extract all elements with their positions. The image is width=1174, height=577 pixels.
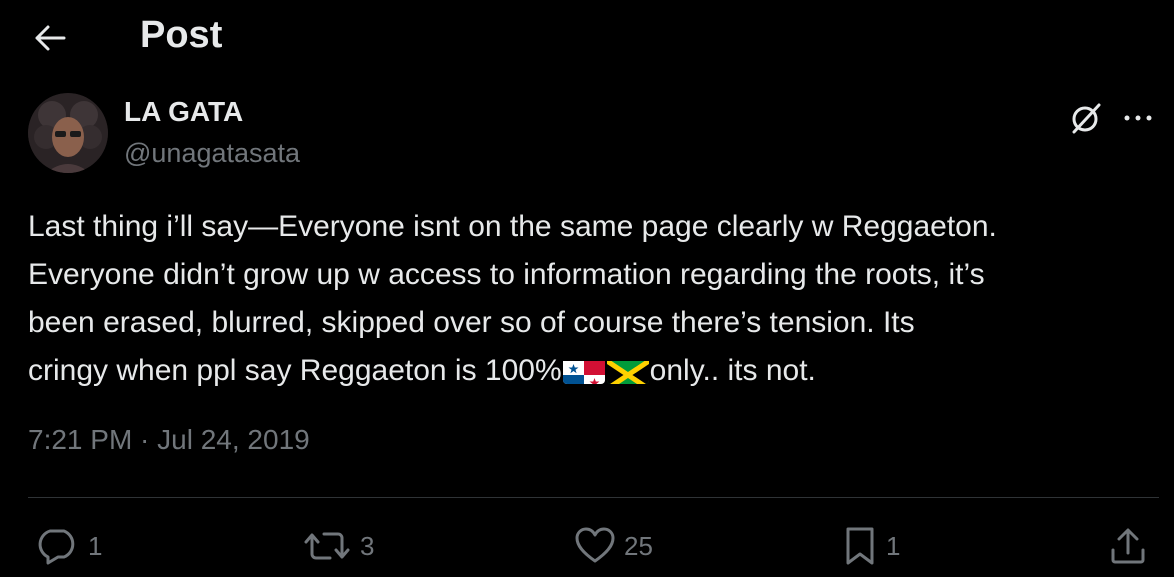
bookmark-button[interactable]: 1 <box>842 520 900 572</box>
bookmark-count: 1 <box>886 530 901 561</box>
reply-count: 1 <box>88 530 103 561</box>
post-timestamp[interactable]: 7:21 PM · Jul 24, 2019 <box>28 424 310 456</box>
tweet-line: been erased, blurred, skipped over so of… <box>28 306 915 339</box>
tweet-line: only.. its not. <box>649 354 816 387</box>
avatar-image <box>28 93 108 173</box>
more-horizontal-icon <box>1124 115 1152 121</box>
like-button[interactable]: 25 <box>574 520 653 572</box>
action-bar: 1 3 25 1 <box>0 520 1174 572</box>
divider <box>28 497 1159 498</box>
grok-button[interactable] <box>1066 98 1106 138</box>
panama-flag-icon <box>562 356 605 384</box>
reply-button[interactable]: 1 <box>36 520 102 572</box>
reply-icon <box>38 529 75 565</box>
more-options-button[interactable] <box>1118 98 1158 138</box>
author-display-name[interactable]: LA GATA <box>124 96 243 128</box>
tweet-line: Everyone didn’t grow up w access to info… <box>28 258 985 291</box>
jamaica-flag-icon <box>606 356 649 384</box>
heart-icon <box>575 527 615 563</box>
avatar[interactable] <box>28 93 108 173</box>
bookmark-icon <box>846 527 874 565</box>
arrow-left-icon <box>35 25 66 51</box>
repost-count: 3 <box>360 530 375 561</box>
tweet-line: Last thing i’ll say—Everyone isnt on the… <box>28 210 997 243</box>
top-bar: Post <box>0 0 1174 76</box>
share-button[interactable] <box>1108 520 1148 572</box>
tweet-line: cringy when ppl say Reggaeton is 100% <box>28 354 562 387</box>
repost-button[interactable]: 3 <box>302 520 374 572</box>
like-count: 25 <box>624 530 653 561</box>
page-title: Post <box>140 14 223 56</box>
share-icon <box>1111 528 1145 564</box>
grok-icon <box>1072 103 1101 134</box>
tweet-text: Last thing i’ll say—Everyone isnt on the… <box>28 203 1153 395</box>
repost-icon <box>304 532 350 560</box>
author-handle[interactable]: @unagatasata <box>124 138 300 169</box>
back-button[interactable] <box>30 20 70 56</box>
